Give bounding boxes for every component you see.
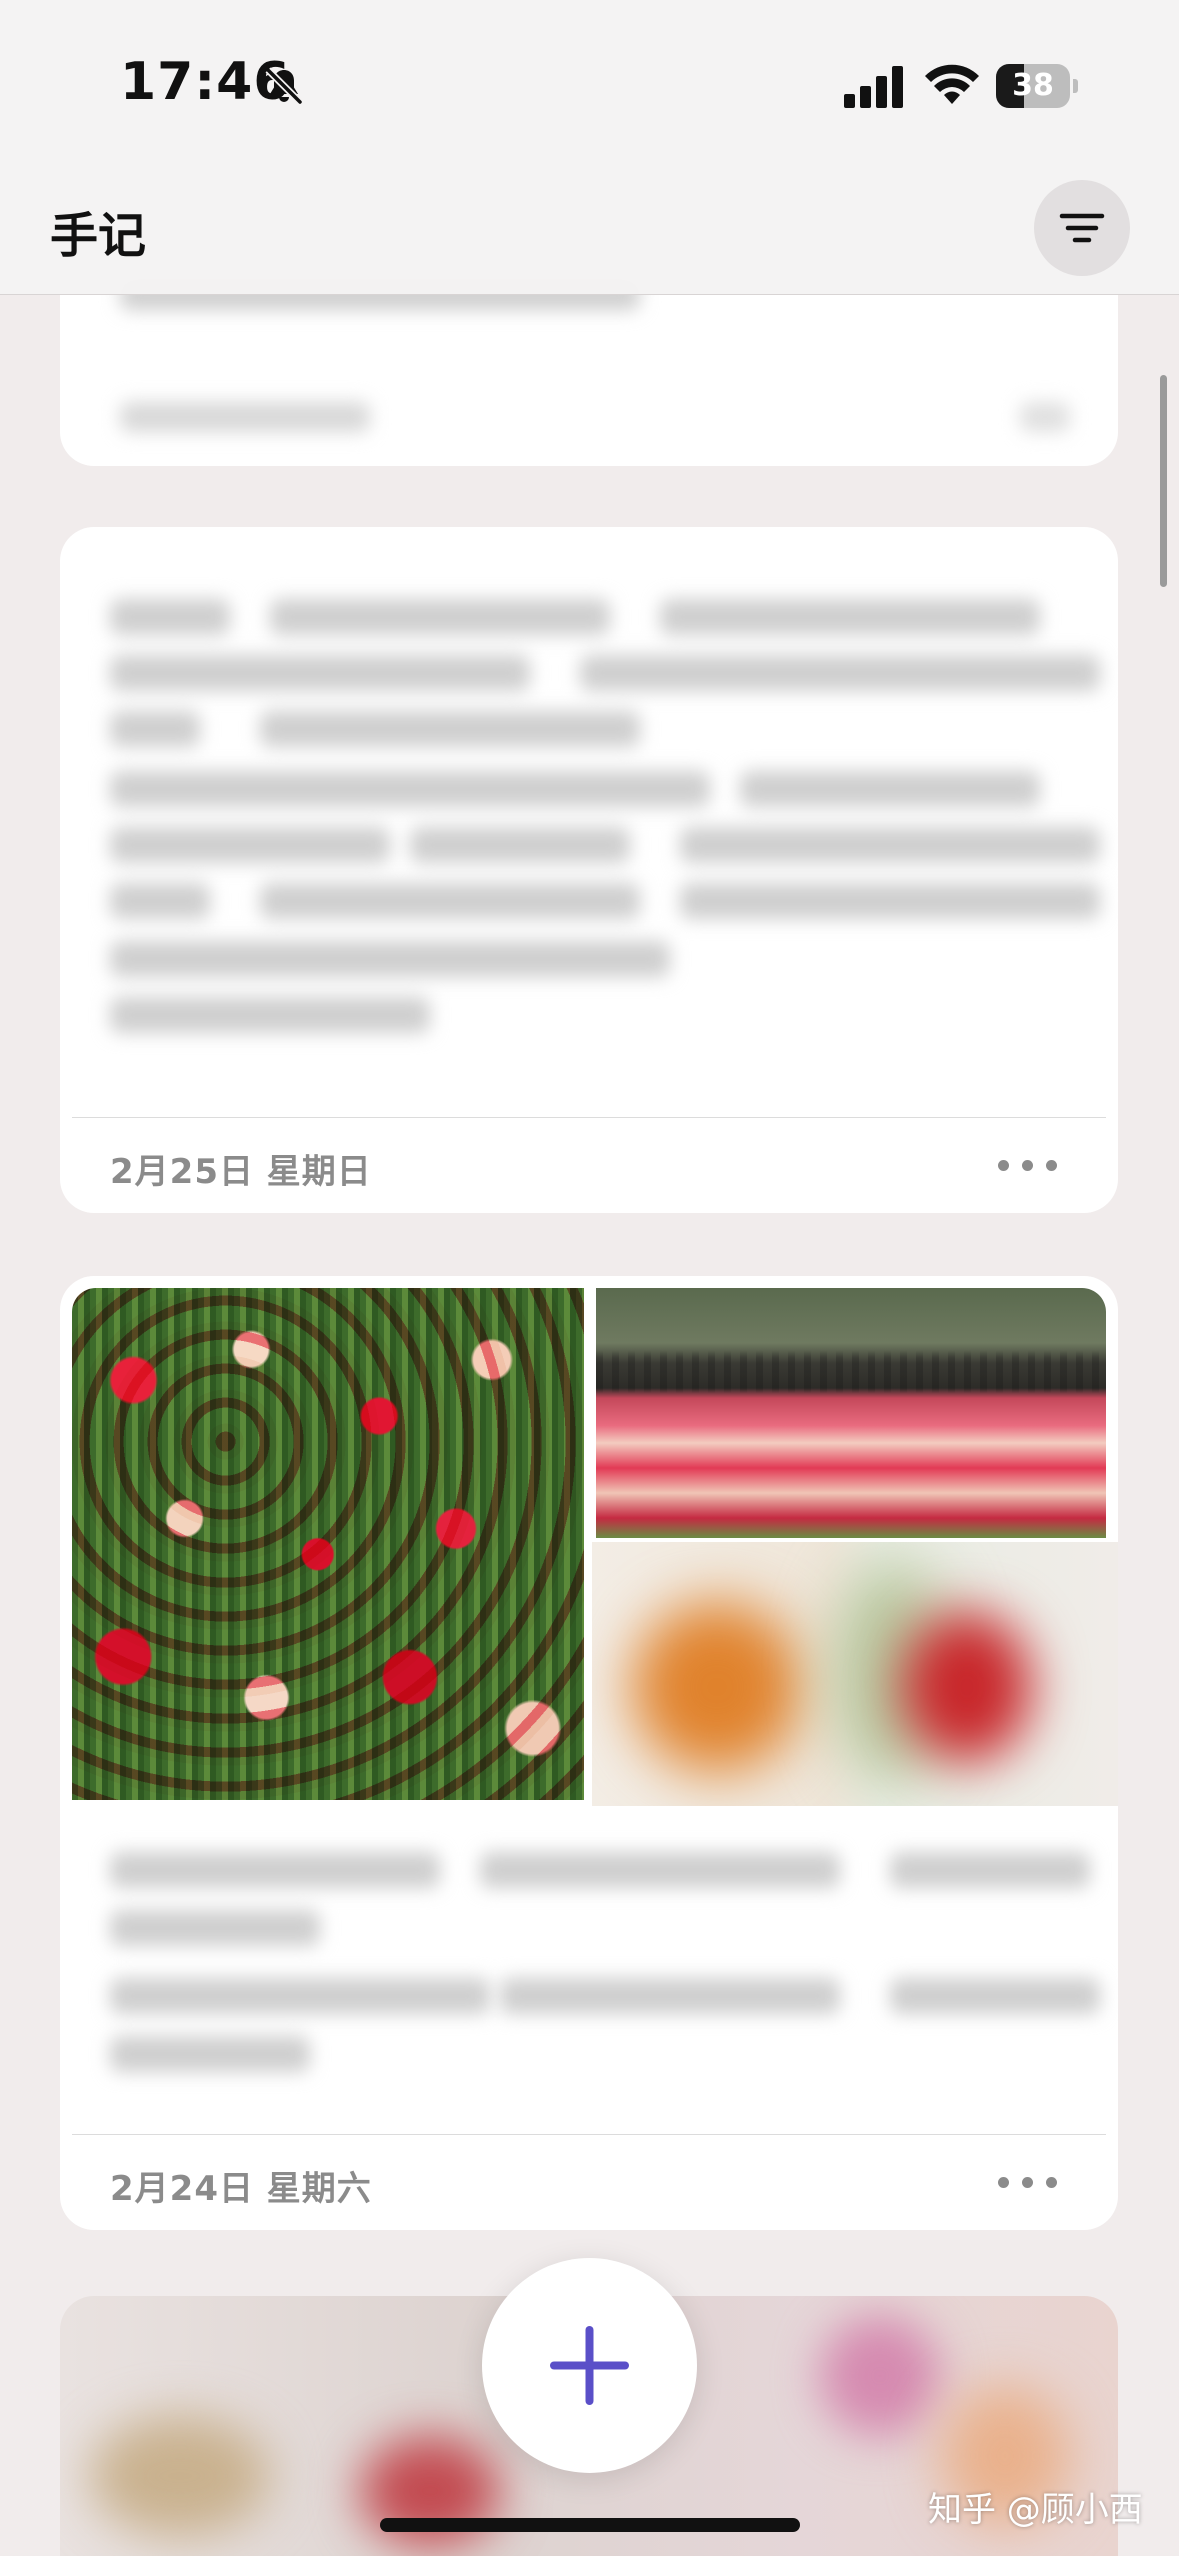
photo-tulip-field[interactable]: [72, 1288, 584, 1800]
photo-note-card[interactable]: 2月24日 星期六: [60, 1276, 1118, 2230]
home-indicator[interactable]: [380, 2518, 800, 2532]
cellular-signal-icon: [844, 66, 903, 108]
status-bar-overlay: 17:46 38: [0, 0, 1179, 170]
note-card[interactable]: 2月25日 星期日: [60, 527, 1118, 1213]
battery-indicator: 38: [996, 64, 1078, 108]
wifi-icon: [925, 64, 979, 104]
photo-note-footer: 2月24日 星期六: [72, 2134, 1106, 2230]
add-entry-button[interactable]: [482, 2258, 697, 2473]
filter-lines-icon: [1059, 213, 1105, 243]
note-date: 2月25日 星期日: [110, 1152, 372, 1192]
battery-level: 38: [1012, 68, 1054, 103]
page-title: 手记: [50, 208, 147, 264]
filter-button[interactable]: [1034, 180, 1130, 276]
ellipsis-icon[interactable]: [998, 2161, 1068, 2201]
ellipsis-icon[interactable]: [998, 1144, 1068, 1184]
scrollbar[interactable]: [1160, 375, 1167, 587]
photo-note-date: 2月24日 星期六: [110, 2169, 372, 2209]
photo-blurred-food[interactable]: [592, 1542, 1118, 1806]
photo-tulip-crowd[interactable]: [596, 1288, 1106, 1538]
note-footer: 2月25日 星期日: [72, 1117, 1106, 1213]
plus-icon: [550, 2326, 629, 2405]
muted-bell-icon: [265, 67, 303, 105]
watermark: 知乎 @顾小西: [928, 2490, 1143, 2530]
